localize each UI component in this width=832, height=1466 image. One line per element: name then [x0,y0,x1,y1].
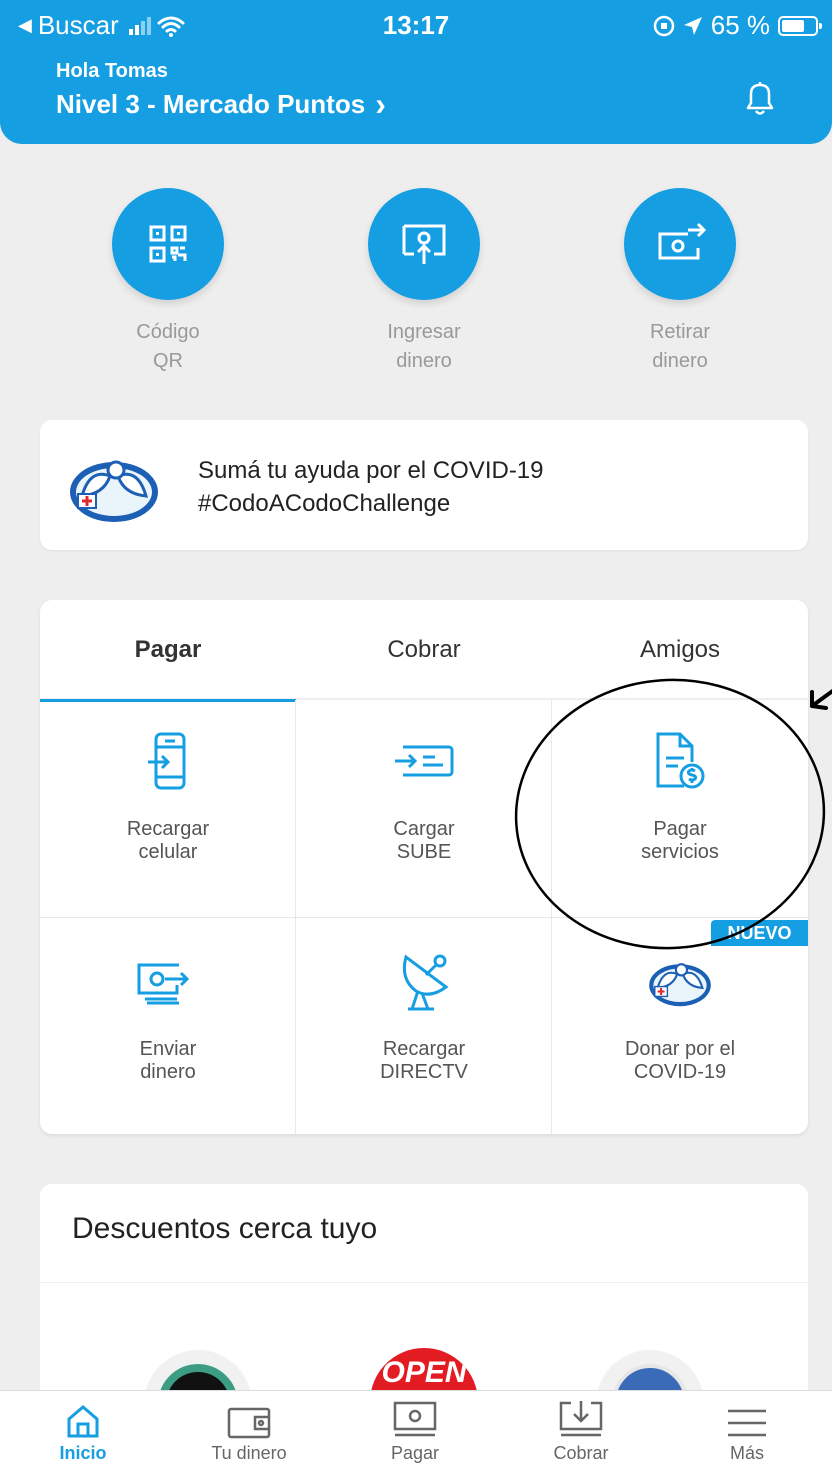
codo-a-codo-mascot-icon [70,460,158,522]
nav-inicio[interactable]: Inicio [0,1391,166,1466]
qr-code-icon [149,225,187,263]
new-badge: NUEVO [711,920,808,946]
action-label-line2: servicios [641,841,719,863]
action-recargar-celular[interactable]: Recargar celular [40,726,296,864]
nav-label: Más [729,1443,764,1463]
discounts-section: Descuentos cerca tuyo OPEN [40,1184,808,1414]
menu-icon [728,1409,766,1437]
annotation-arrow-icon [810,688,832,710]
actions-card: Pagar Cobrar Amigos Recargar celular Car… [40,600,808,1134]
status-bar: ◀ Buscar 13:17 65 % [0,0,832,50]
quick-action-label: Ingresar dinero [324,318,524,376]
tab-bar: Pagar Cobrar Amigos [40,600,808,702]
collect-icon [559,1401,603,1437]
action-enviar-dinero[interactable]: Enviar dinero [40,946,296,1084]
qr-code-button[interactable] [112,188,224,300]
orientation-lock-icon [653,15,674,36]
nav-label: Tu dinero [211,1443,287,1463]
battery-percent: 65 % [710,10,770,40]
wallet-icon [227,1407,271,1439]
action-pagar-servicios[interactable]: Pagar servicios [552,726,808,864]
home-icon [67,1405,99,1438]
action-label-line1: Donar por el [624,1038,736,1060]
qa-qr-line2: QR [153,350,183,372]
chevron-right-icon: › [375,86,386,122]
qa-deposit-line1: Ingresar [387,321,461,343]
action-label-line2: DIRECTV [380,1061,468,1083]
banner-text: Sumá tu ayuda por el COVID-19 #CodoACodo… [198,454,544,520]
quick-action-qr[interactable]: Código QR [68,188,268,376]
sube-card-icon [395,745,454,777]
bill-payment-icon [656,732,705,789]
nav-label: Inicio [59,1443,107,1463]
tab-amigos[interactable]: Amigos [552,600,808,700]
greeting: Hola Tomas [56,60,168,82]
action-label-line2: COVID-19 [633,1061,727,1083]
bottom-nav: Inicio Tu dinero Pagar Cobrar Más [0,1390,832,1466]
action-label-line2: SUBE [396,841,452,863]
tab-cobrar[interactable]: Cobrar [296,600,552,700]
grid-divider [40,917,808,918]
qa-withdraw-line1: Retirar [649,321,710,343]
action-label-line2: celular [138,841,198,863]
nav-label: Cobrar [553,1443,609,1463]
nav-tu-dinero[interactable]: Tu dinero [166,1391,332,1466]
nav-mas[interactable]: Más [664,1391,830,1466]
withdraw-button[interactable] [624,188,736,300]
qa-deposit-line2: dinero [396,350,452,372]
status-right: 65 % [653,10,822,41]
action-donar-covid[interactable]: Donar por el COVID-19 [552,946,808,1084]
battery-icon [778,15,822,36]
banner-line2: #CodoACodoChallenge [198,490,451,517]
action-label-line1: Pagar [653,818,707,840]
quick-action-label: Código QR [68,318,268,376]
satellite-dish-icon [402,954,449,1011]
nav-cobrar[interactable]: Cobrar [498,1391,664,1466]
nav-pagar[interactable]: Pagar [332,1391,498,1466]
deposit-money-icon [402,224,446,264]
location-arrow-icon [683,16,702,35]
discounts-title: Descuentos cerca tuyo [72,1212,378,1245]
withdraw-money-icon [658,222,707,260]
phone-recharge-icon [148,732,186,790]
qa-qr-line1: Código [136,321,200,343]
action-label-line1: Cargar [393,818,455,840]
action-recargar-directv[interactable]: Recargar DIRECTV [296,946,552,1084]
action-label-line1: Enviar [139,1038,197,1060]
level-label: Nivel 3 - Mercado Puntos [56,89,366,119]
quick-action-label: Retirar dinero [580,318,780,376]
app-header: ◀ Buscar 13:17 65 % Hola Tomas Nivel 3 -… [0,0,832,144]
bell-icon[interactable] [738,76,782,120]
store-logo-text: OPEN [381,1356,467,1389]
action-label-line1: Recargar [382,1038,466,1060]
action-label-line1: Recargar [126,818,210,840]
action-label-line2: dinero [140,1061,196,1083]
qa-withdraw-line2: dinero [652,350,708,372]
deposit-button[interactable] [368,188,480,300]
discounts-divider [40,1282,808,1283]
tab-pagar[interactable]: Pagar [40,600,296,702]
level-link[interactable]: Nivel 3 - Mercado Puntos › [56,86,386,123]
pay-icon [393,1401,437,1437]
quick-action-withdraw[interactable]: Retirar dinero [580,188,780,376]
donation-mascot-icon [649,963,711,1007]
banner-line1: Sumá tu ayuda por el COVID-19 [198,457,544,484]
nav-label: Pagar [390,1443,440,1463]
send-money-icon [137,963,190,1005]
action-cargar-sube[interactable]: Cargar SUBE [296,726,552,864]
quick-action-deposit[interactable]: Ingresar dinero [324,188,524,376]
covid-banner[interactable]: Sumá tu ayuda por el COVID-19 #CodoACodo… [40,420,808,550]
